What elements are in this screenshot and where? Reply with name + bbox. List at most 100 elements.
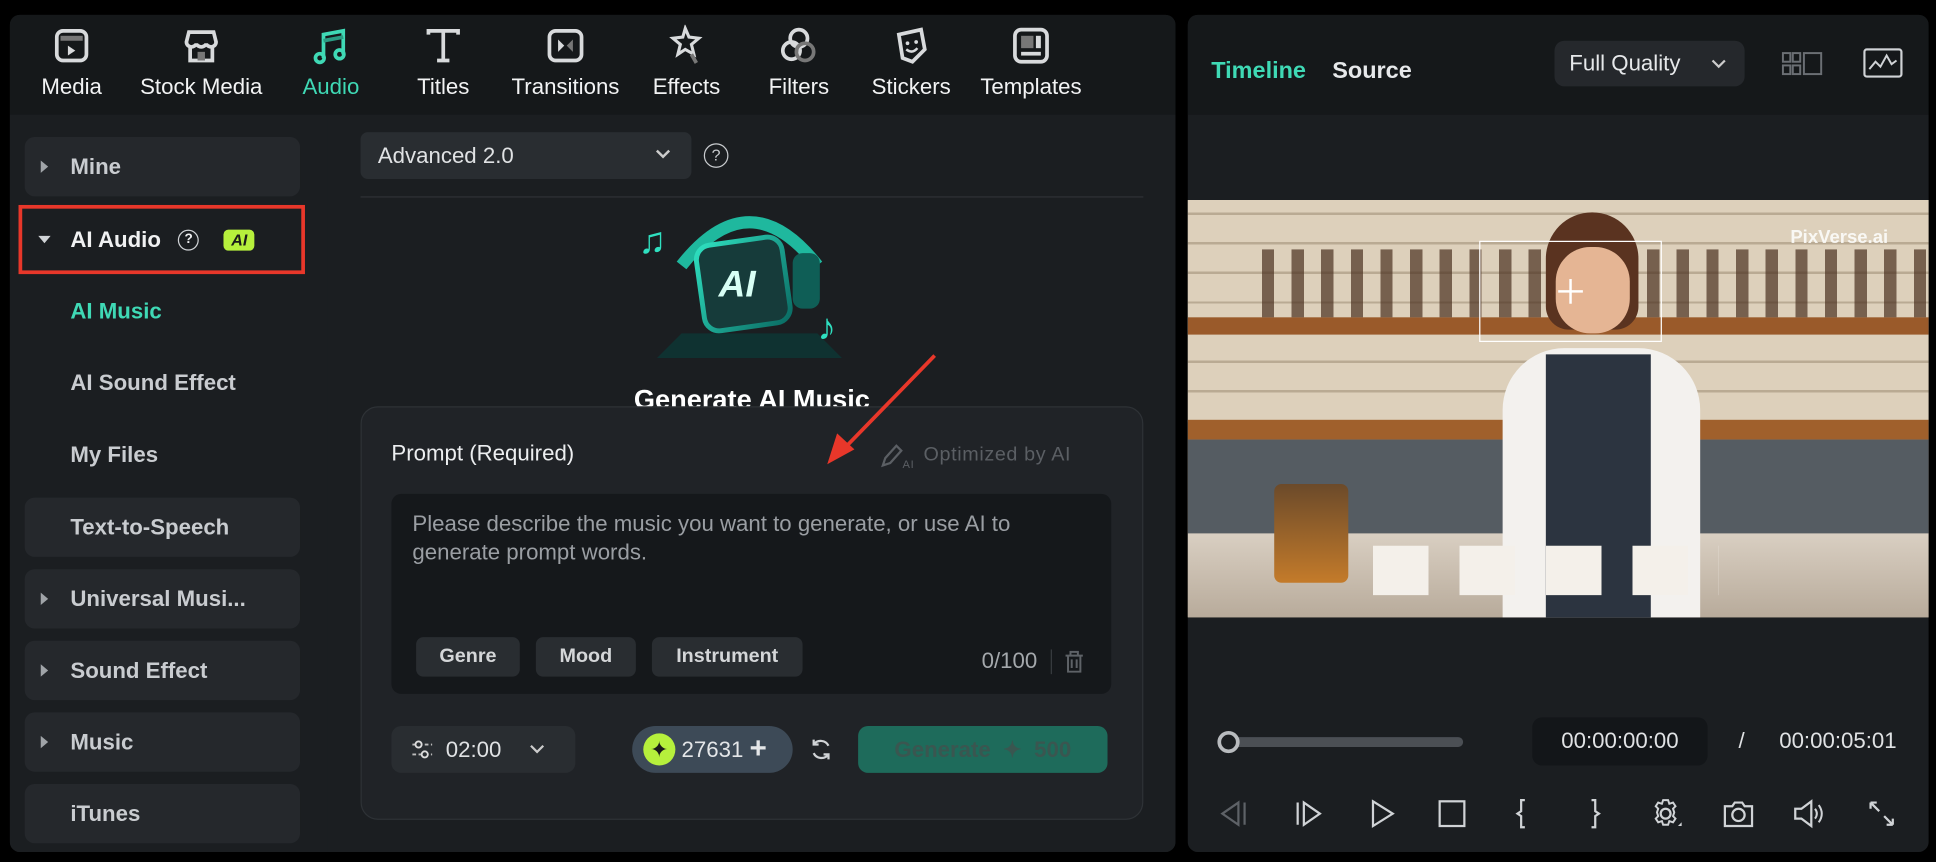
- model-select-value: Advanced 2.0: [377, 142, 514, 168]
- play-icon: [1371, 799, 1395, 829]
- tab-filters[interactable]: Filters: [737, 25, 860, 100]
- sidebar-item-ai-music[interactable]: AI Music: [25, 282, 300, 341]
- tab-label: Audio: [302, 74, 360, 99]
- svg-text:♪: ♪: [817, 306, 836, 348]
- total-time: 00:00:05:01: [1779, 728, 1897, 754]
- quality-value: Full Quality: [1569, 50, 1681, 76]
- mark-in-button[interactable]: [1504, 796, 1539, 831]
- sidebar-item-label: My Files: [70, 441, 159, 467]
- sidebar-item-label: Music: [70, 729, 134, 754]
- annotation-arrow: [827, 354, 936, 465]
- waveform-monitor-icon[interactable]: [1863, 48, 1903, 80]
- settings-button[interactable]: [1648, 796, 1683, 831]
- genre-chip[interactable]: Genre: [416, 637, 520, 677]
- sidebar-item-ai-sound-effect[interactable]: AI Sound Effect: [25, 353, 300, 412]
- sidebar-item-my-files[interactable]: My Files: [25, 425, 300, 484]
- svg-text:AI: AI: [718, 262, 757, 304]
- tab-audio[interactable]: Audio: [269, 25, 392, 100]
- snapshot-button[interactable]: [1721, 796, 1756, 831]
- sidebar-item-label: AI Music: [70, 298, 162, 323]
- current-time: 00:00:00:00: [1532, 717, 1708, 766]
- tab-label: Filters: [768, 74, 830, 99]
- generate-button[interactable]: Generate ✦ 500: [858, 726, 1108, 773]
- video-preview[interactable]: PixVerse.ai: [1187, 200, 1929, 618]
- step-forward-icon: [1296, 800, 1322, 827]
- tab-timeline[interactable]: Timeline: [1211, 58, 1306, 85]
- chevron-down-icon: [1711, 59, 1726, 69]
- mark-out-button[interactable]: [1578, 796, 1613, 831]
- sticker-icon: [896, 27, 927, 64]
- template-icon: [1013, 27, 1049, 64]
- volume-button[interactable]: [1792, 796, 1827, 831]
- step-back-icon: [1220, 800, 1246, 827]
- cups: [1372, 545, 1719, 596]
- stop-icon: [1438, 800, 1466, 828]
- mark-out-icon: [1591, 798, 1601, 829]
- mood-chip[interactable]: Mood: [535, 637, 636, 677]
- ai-music-illustration: AI ♫ ♪: [638, 216, 843, 359]
- prompt-label: Prompt (Required): [391, 440, 575, 466]
- sliders-icon: [412, 740, 433, 759]
- gear-icon: [1654, 799, 1682, 827]
- sidebar-item-text-to-speech[interactable]: Text-to-Speech: [24, 497, 301, 557]
- sidebar-item-label: Universal Musi...: [70, 585, 246, 611]
- tab-label: Transitions: [511, 74, 620, 99]
- fullscreen-button[interactable]: [1864, 796, 1899, 831]
- tab-stock-media[interactable]: Stock Media: [140, 25, 263, 100]
- duration-value: 02:00: [445, 736, 502, 762]
- credits-pill[interactable]: ✦ 27631 +: [632, 726, 793, 773]
- caret-right-icon: [40, 664, 49, 677]
- trash-icon[interactable]: [1064, 650, 1084, 673]
- model-select[interactable]: Advanced 2.0: [360, 132, 692, 180]
- next-frame-button[interactable]: [1291, 796, 1326, 831]
- sidebar-item-label: Text-to-Speech: [70, 514, 230, 539]
- tab-templates[interactable]: Templates: [969, 25, 1092, 100]
- quality-select[interactable]: Full Quality: [1554, 40, 1745, 87]
- generate-cost: 500: [1034, 736, 1072, 762]
- stop-button[interactable]: [1435, 796, 1470, 831]
- tab-titles[interactable]: Titles: [382, 25, 505, 100]
- media-icon: [54, 29, 89, 63]
- help-icon[interactable]: ?: [703, 143, 729, 168]
- tab-transitions[interactable]: Transitions: [504, 25, 627, 100]
- tab-media[interactable]: Media: [10, 25, 133, 100]
- star-wand-icon: [669, 24, 703, 64]
- speaker-icon: [1794, 799, 1823, 829]
- sidebar-item-label: AI Sound Effect: [70, 369, 236, 395]
- current-time-value: 00:00:00:00: [1561, 728, 1679, 754]
- duration-select[interactable]: 02:00: [391, 726, 576, 773]
- coffee-dripper: [1274, 484, 1349, 583]
- caret-right-icon: [40, 735, 49, 749]
- store-icon: [184, 30, 218, 63]
- text-icon: [426, 29, 460, 63]
- tab-label: Titles: [417, 74, 470, 99]
- tab-effects[interactable]: Effects: [625, 24, 748, 100]
- play-button[interactable]: [1364, 796, 1399, 831]
- sidebar-item-itunes[interactable]: iTunes: [24, 784, 301, 844]
- playback-scrubber[interactable]: [1227, 737, 1464, 747]
- tab-stickers[interactable]: Stickers: [849, 25, 972, 100]
- sidebar-item-mine[interactable]: Mine: [24, 137, 301, 197]
- sidebar-item-universal-music[interactable]: Universal Musi...: [24, 569, 301, 629]
- transition-icon: [547, 29, 584, 63]
- previous-frame-button[interactable]: [1216, 796, 1251, 831]
- char-count: 0/100: [981, 648, 1038, 673]
- tab-source[interactable]: Source: [1332, 58, 1412, 85]
- add-credits-icon[interactable]: +: [750, 732, 767, 767]
- sparkle-icon: ✦: [1003, 736, 1022, 762]
- grid-layout-icon[interactable]: [1781, 49, 1824, 79]
- sidebar-item-sound-effect[interactable]: Sound Effect: [24, 640, 301, 701]
- camera-icon: [1723, 801, 1754, 828]
- tab-label: Effects: [652, 74, 721, 99]
- generate-label: Generate: [894, 736, 991, 762]
- scrubber-handle[interactable]: [1217, 730, 1240, 754]
- caret-right-icon: [40, 592, 49, 606]
- refresh-icon[interactable]: [809, 737, 834, 762]
- divider: [1050, 649, 1052, 675]
- expand-icon: [1869, 801, 1894, 826]
- sidebar-item-label: iTunes: [70, 800, 141, 826]
- crosshair-icon-vertical: [1569, 279, 1572, 304]
- mark-in-icon: [1515, 798, 1525, 829]
- instrument-chip[interactable]: Instrument: [651, 637, 803, 677]
- sidebar-item-music[interactable]: Music: [24, 712, 301, 772]
